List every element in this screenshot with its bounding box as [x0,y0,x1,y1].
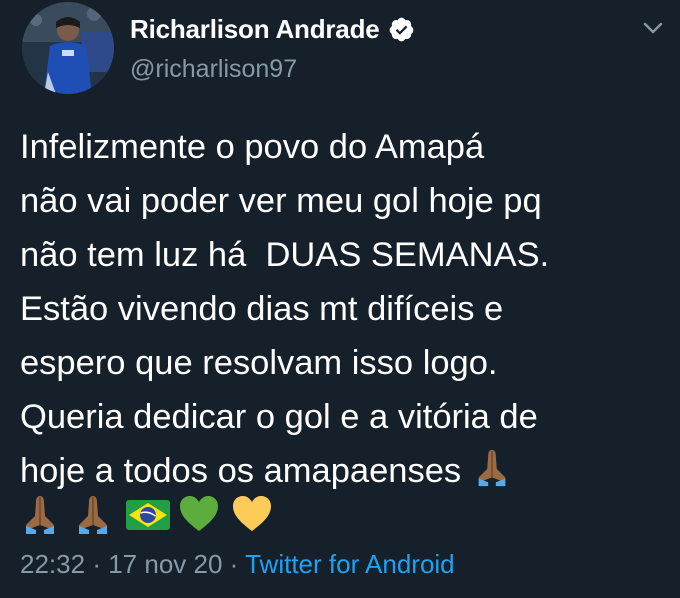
display-name[interactable]: Richarlison Andrade [130,14,380,45]
praying-hands-icon [471,446,513,488]
tweet-line: espero que resolvam isso logo. [20,344,498,382]
verified-badge-icon [388,16,415,43]
green-heart-icon [177,492,221,536]
tweet-date[interactable]: 17 nov 20 [108,549,222,579]
tweet-time[interactable]: 22:32 [20,549,85,579]
name-row: Richarlison Andrade [130,11,415,47]
tweet-line: não tem luz há DUAS SEMANAS. [20,236,550,274]
emoji-row [18,492,283,536]
tweet-line: não vai poder ver meu gol hoje pq [20,182,542,220]
tweet-line: Estão vivendo dias mt difíceis e [20,290,504,328]
tweet-line: hoje a todos os amapaenses [20,452,462,490]
tweet-meta: 22:32 · 17 nov 20 · Twitter for Android [20,549,455,580]
tweet-last-line: hoje a todos os amapaenses [20,444,670,498]
praying-hands-icon [18,492,62,536]
tweet-line: Queria dedicar o gol e a vitória de [20,398,538,436]
avatar[interactable] [22,2,114,94]
meta-separator: · [92,549,101,579]
tweet-card: Richarlison Andrade @richarlison97 Infel… [0,0,680,598]
avatar-photo [22,2,114,94]
yellow-heart-icon [230,492,274,536]
handle[interactable]: @richarlison97 [130,55,415,84]
tweet-text: Infelizmente o povo do Amapá não vai pod… [20,120,670,498]
chevron-down-icon[interactable] [640,17,666,39]
brazil-flag-icon [124,492,170,536]
tweet-source-link[interactable]: Twitter for Android [245,549,455,579]
tweet-line: Infelizmente o povo do Amapá [20,128,485,166]
author-header: Richarlison Andrade @richarlison97 [130,11,415,84]
praying-hands-icon [71,492,115,536]
meta-separator: · [229,549,239,579]
